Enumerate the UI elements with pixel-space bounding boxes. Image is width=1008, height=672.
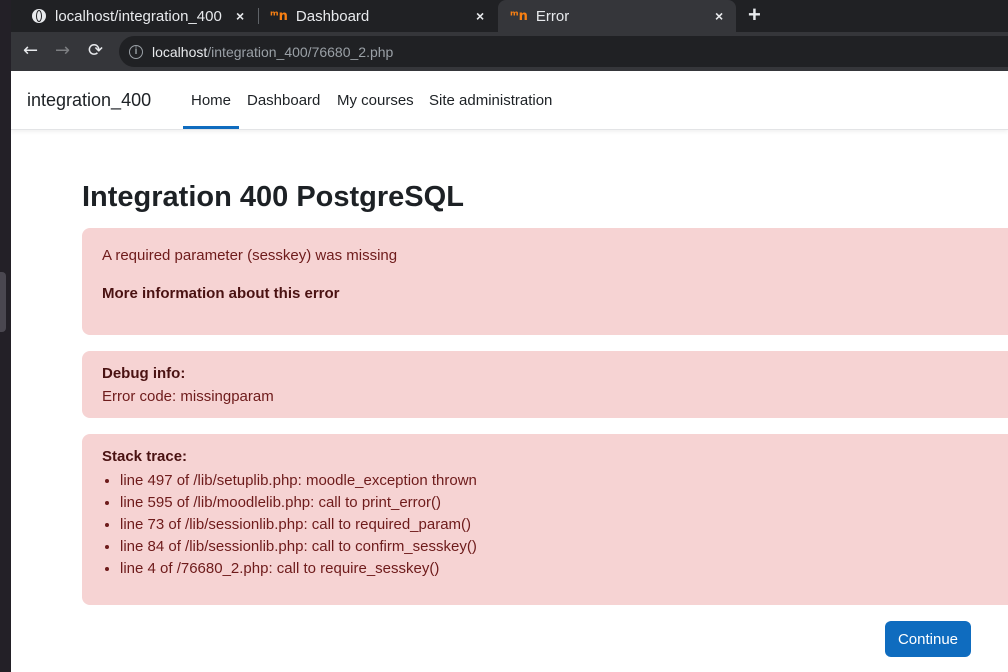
url-host: localhost [152, 43, 208, 60]
active-nav-indicator [183, 126, 239, 129]
error-message: A required parameter (sesskey) was missi… [102, 247, 398, 264]
forward-arrow-icon[interactable]: → [55, 40, 70, 61]
moodle-logo-icon: ᵐn [510, 8, 528, 24]
nav-site-administration[interactable]: Site administration [429, 92, 552, 109]
address-bar[interactable]: i localhost/integration_400/76680_2.php [119, 36, 1008, 67]
tab-title: localhost/integration_400 [55, 7, 222, 25]
close-icon[interactable]: × [236, 8, 244, 24]
stack-trace-alert: Stack trace: line 497 of /lib/setuplib.p… [82, 434, 1008, 605]
globe-icon [32, 9, 46, 23]
more-info-link[interactable]: More information about this error [102, 285, 340, 302]
tab-title: Error [535, 7, 570, 25]
url-path: /integration_400/76680_2.php [207, 43, 394, 60]
url-text[interactable]: localhost/integration_400/76680_2.php [152, 44, 393, 60]
os-side-strip [0, 0, 11, 672]
stack-trace-item: line 4 of /76680_2.php: call to require_… [120, 558, 477, 580]
stack-heading: Stack trace: [102, 448, 188, 465]
site-brand[interactable]: integration_400 [27, 90, 151, 111]
debug-heading: Debug info: [102, 365, 186, 382]
plus-icon[interactable]: + [748, 2, 761, 28]
tab-localhost[interactable]: localhost/integration_400 × [11, 0, 257, 32]
close-icon[interactable]: × [715, 8, 723, 24]
stack-trace-item: line 595 of /lib/moodlelib.php: call to … [120, 492, 477, 514]
continue-button[interactable]: Continue [885, 621, 971, 657]
os-strip-handle[interactable] [0, 272, 6, 332]
stack-trace-item: line 84 of /lib/sessionlib.php: call to … [120, 536, 477, 558]
stack-trace-item: line 73 of /lib/sessionlib.php: call to … [120, 514, 477, 536]
stack-trace-list: line 497 of /lib/setuplib.php: moodle_ex… [120, 470, 477, 580]
info-icon[interactable]: i [129, 44, 143, 59]
tab-title: Dashboard [295, 7, 370, 25]
reload-icon[interactable]: ⟳ [88, 40, 103, 61]
stack-trace-item: line 497 of /lib/setuplib.php: moodle_ex… [120, 470, 477, 492]
close-icon[interactable]: × [476, 8, 484, 24]
moodle-logo-icon: ᵐn [270, 8, 288, 24]
tab-dashboard[interactable]: ᵐn Dashboard × [259, 0, 497, 32]
page-content: integration_400 Home Dashboard My course… [11, 71, 1008, 672]
nav-dashboard[interactable]: Dashboard [247, 92, 320, 109]
error-alert: A required parameter (sesskey) was missi… [82, 228, 1008, 335]
nav-home[interactable]: Home [191, 92, 231, 109]
tab-error[interactable]: ᵐn Error × [498, 0, 736, 32]
back-arrow-icon[interactable]: ← [23, 40, 38, 61]
page-title: Integration 400 PostgreSQL [82, 181, 464, 213]
browser-toolbar: ← → ⟳ i localhost/integration_400/76680_… [11, 32, 1008, 71]
debug-alert: Debug info: Error code: missingparam [82, 351, 1008, 418]
browser-tab-bar: localhost/integration_400 × ᵐn Dashboard… [11, 0, 1008, 32]
site-navbar: integration_400 Home Dashboard My course… [11, 71, 1008, 130]
debug-text: Error code: missingparam [102, 388, 274, 405]
nav-my-courses[interactable]: My courses [337, 92, 414, 109]
